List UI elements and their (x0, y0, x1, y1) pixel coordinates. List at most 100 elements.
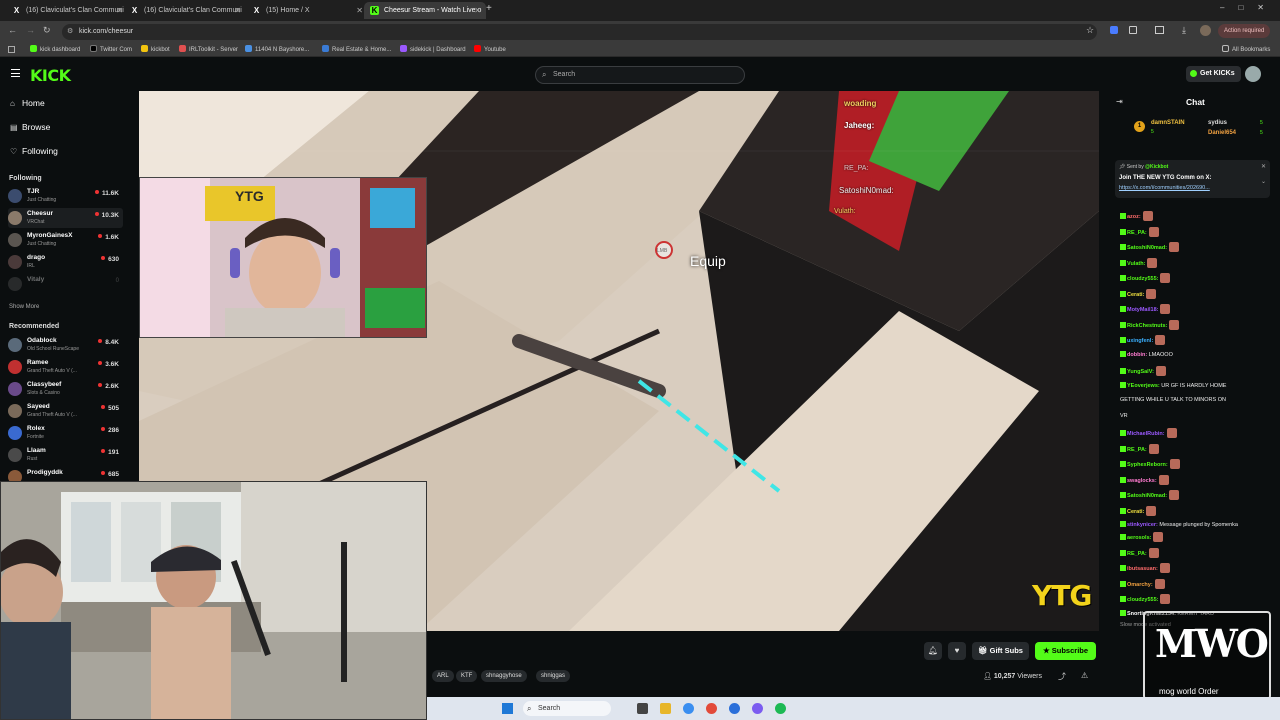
close-tab-icon[interactable]: ✕ (234, 2, 241, 19)
stream-tag[interactable]: shniggas (536, 670, 571, 682)
browser-tab[interactable]: X (16) Claviculat's Clan Communi ✕ (6, 2, 128, 19)
chat-username[interactable]: RE_PA: (1127, 230, 1147, 236)
expand-chevron-icon[interactable]: ⌄ (1261, 178, 1266, 185)
recommended-channel[interactable]: Classybeef Slots & Casino 2.6K (8, 379, 123, 399)
chat-username[interactable]: ibutsasuan: (1127, 566, 1158, 572)
nav-following[interactable]: ♡ Following (10, 146, 58, 156)
browser-tab-active[interactable]: K Cheesur Stream - Watch Live o ✕ (364, 2, 486, 19)
chat-username[interactable]: RickChestnuts: (1127, 323, 1167, 329)
site-info-icon[interactable]: ⚙ (67, 24, 73, 40)
chat-message[interactable]: YungSalV: (1120, 366, 1166, 376)
bookmark-item[interactable]: kick dashboard (30, 43, 80, 57)
chrome-icon[interactable] (706, 703, 717, 714)
show-more-link[interactable]: Show More (9, 304, 39, 310)
chat-username[interactable]: RE_PA: (1127, 551, 1147, 557)
discord-icon[interactable] (752, 703, 763, 714)
chat-message[interactable]: ibutsasuan: (1120, 563, 1170, 573)
chat-message[interactable]: GETTING WHILE U TALK TO MINORS ON (1120, 397, 1226, 403)
gift-subs-button[interactable]: 🎁︎ Gift Subs (972, 642, 1029, 660)
pinned-link[interactable]: https://x.com/i/communities/202690... (1119, 185, 1210, 191)
new-tab-icon[interactable]: + (486, 3, 492, 14)
pinned-message[interactable]: 📌︎ Sent by @Kickbot Join THE NEW YTG Com… (1115, 160, 1270, 198)
chat-message[interactable]: VR (1120, 413, 1128, 419)
chat-username[interactable]: uxingfenl: (1127, 338, 1153, 344)
chat-message[interactable]: SatoshiN0mad: (1120, 490, 1180, 500)
chat-message[interactable]: dobbin: LMAOOO (1120, 350, 1173, 358)
recommended-channel[interactable]: Llaam Rust 191 (8, 445, 123, 465)
chat-message[interactable]: cloudzy555: (1120, 594, 1171, 604)
share-icon[interactable]: ⤴ (1058, 671, 1066, 682)
follow-heart-icon[interactable]: ♥ (948, 642, 966, 660)
unpin-icon[interactable]: ✕ (1261, 163, 1266, 170)
chat-username[interactable]: SyphexReborn: (1127, 462, 1168, 468)
get-kicks-button[interactable]: Get KICKs (1186, 66, 1241, 82)
extensions-puzzle-icon[interactable] (1129, 26, 1137, 34)
apps-icon[interactable] (8, 46, 15, 53)
chat-message[interactable]: Cerati: (1120, 288, 1157, 299)
chat-username[interactable]: YungSalV: (1127, 369, 1154, 375)
nav-browse[interactable]: ▤ Browse (10, 122, 50, 132)
chat-username[interactable]: RE_PA: (1127, 447, 1147, 453)
download-icon[interactable]: ⤓ (1182, 25, 1186, 36)
windows-start-icon[interactable] (502, 703, 513, 714)
window-controls[interactable]: –□✕ (1220, 3, 1278, 12)
close-tab-icon[interactable]: ✕ (474, 2, 481, 19)
extension-icon[interactable] (1110, 26, 1118, 34)
chat-message[interactable]: cloudzy555: (1120, 273, 1171, 283)
bookmark-item[interactable]: 11404 N Bayshore... (245, 43, 309, 57)
notification-bell-icon[interactable]: 🔔︎ (924, 642, 942, 660)
following-channel-active[interactable]: Cheesur VRChat 10.3K (8, 208, 123, 228)
split-view-icon[interactable] (1155, 26, 1164, 34)
chat-username[interactable]: stinkynicer: (1127, 522, 1158, 528)
following-channel-offline[interactable]: Vitaly 0 (8, 274, 123, 294)
all-bookmarks[interactable]: All Bookmarks (1222, 43, 1270, 57)
chat-message[interactable]: Vulath: (1120, 257, 1158, 268)
chat-username[interactable]: Vulath: (1127, 261, 1145, 267)
menu-icon[interactable] (11, 69, 20, 77)
top-gifter-name[interactable]: Daniel654 (1208, 130, 1236, 136)
chat-message[interactable]: azoz: (1120, 211, 1153, 221)
profile-avatar[interactable] (1200, 25, 1211, 36)
search-input[interactable]: ⌕ Search (535, 66, 745, 84)
chat-message[interactable]: SyphexReborn: (1120, 459, 1180, 469)
browser-icon[interactable] (683, 703, 694, 714)
following-channel[interactable]: MyronGainesX Just Chatting 1.6K (8, 230, 123, 250)
bookmark-item[interactable]: Twitter Com (90, 43, 132, 57)
chrome-profile-icon[interactable] (729, 703, 740, 714)
chat-message[interactable]: YEoverjews: UR GF IS HARDLY HOME (1120, 381, 1226, 389)
task-view-icon[interactable] (637, 703, 648, 714)
forward-icon[interactable]: → (26, 25, 35, 35)
top-gifter-name[interactable]: damnSTAIN (1151, 120, 1185, 126)
chat-message[interactable]: swaglocks: (1120, 474, 1169, 485)
chat-message[interactable]: RE_PA: (1120, 547, 1159, 558)
bookmark-item[interactable]: kickbot (141, 43, 170, 57)
recommended-channel[interactable]: Sayeed Grand Theft Auto V (... 505 (8, 401, 123, 421)
back-icon[interactable]: ← (8, 25, 17, 35)
stream-tag[interactable]: ARL (432, 670, 454, 682)
url-field[interactable]: ⚙ kick.com/cheesur (62, 24, 1097, 40)
chat-username[interactable]: swaglocks: (1127, 478, 1157, 484)
recommended-channel[interactable]: Odablock Old School RuneScape 8.4K (8, 335, 123, 355)
chat-username[interactable]: dobbin: (1127, 352, 1147, 358)
chat-message[interactable]: aerosols: (1120, 532, 1164, 542)
chat-username[interactable]: cloudzy555: (1127, 597, 1158, 603)
chat-username[interactable]: YEoverjews: (1127, 383, 1160, 389)
close-tab-icon[interactable]: ✕ (356, 2, 363, 19)
collapse-chat-icon[interactable]: ⇥ (1116, 97, 1123, 106)
chat-username[interactable]: cloudzy555: (1127, 276, 1158, 282)
recommended-channel[interactable]: Rolex Fortnite 286 (8, 423, 123, 443)
chat-message[interactable]: Omarchy: (1120, 578, 1165, 589)
user-avatar[interactable] (1245, 66, 1261, 82)
chat-message[interactable]: uxingfenl: (1120, 335, 1166, 345)
chat-username[interactable]: azoz: (1127, 214, 1141, 220)
chat-username[interactable]: MotyMail18: (1127, 307, 1158, 313)
following-channel[interactable]: drago IRL 630 (8, 252, 123, 272)
chat-message[interactable]: Cerati: (1120, 505, 1157, 516)
file-explorer-icon[interactable] (660, 703, 671, 714)
browser-tab[interactable]: X (15) Home / X ✕ (246, 2, 368, 19)
close-tab-icon[interactable]: ✕ (116, 2, 123, 19)
nav-home[interactable]: ⌂ Home (10, 98, 45, 108)
taskbar-search[interactable]: ⌕ Search (523, 701, 611, 716)
chat-username[interactable]: SatoshiN0mad: (1127, 493, 1167, 499)
bookmark-item[interactable]: sidekick | Dashboard (400, 43, 466, 57)
